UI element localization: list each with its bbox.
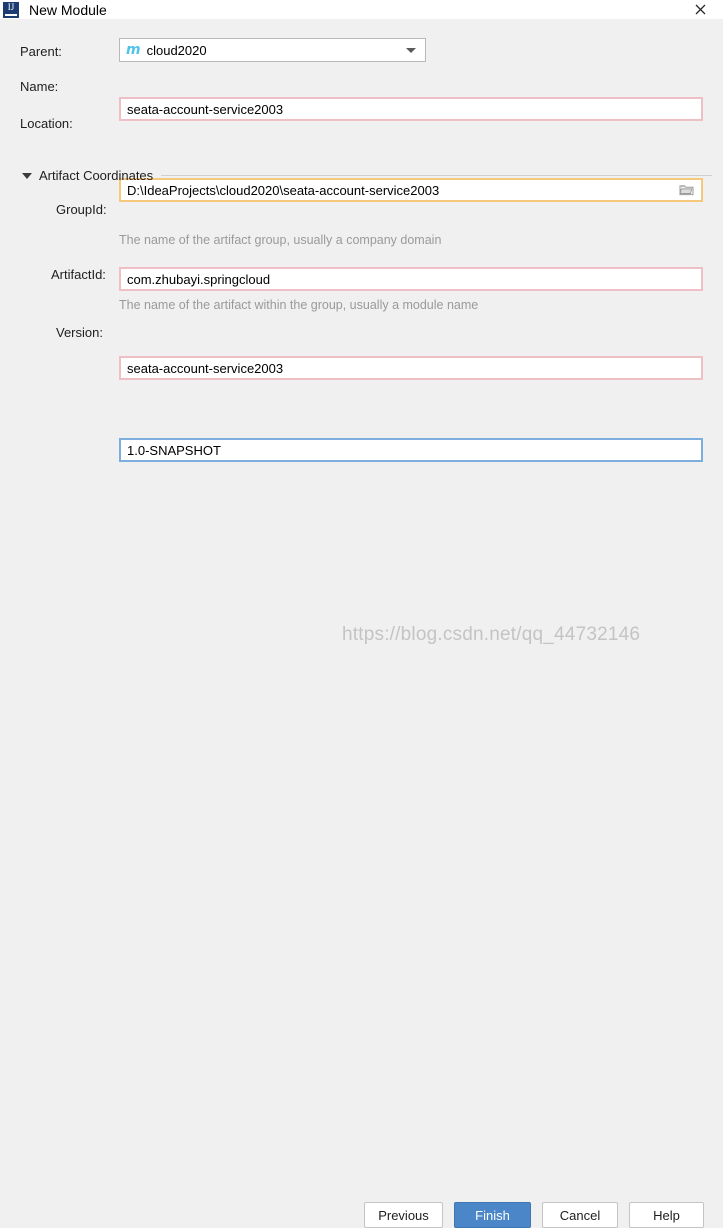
section-divider	[161, 175, 712, 176]
version-input[interactable]: 1.0-SNAPSHOT	[119, 438, 703, 462]
close-icon	[695, 4, 705, 15]
chevron-down-icon[interactable]	[406, 48, 416, 53]
dialog-body: Parent: m cloud2020 Name: seata-account-…	[0, 19, 723, 1228]
previous-button[interactable]: Previous	[364, 1202, 443, 1228]
artifactid-label-wrap: ArtifactId:	[51, 267, 106, 282]
app-icon-text: IJ	[7, 2, 15, 12]
name-value: seata-account-service2003	[127, 101, 284, 117]
dialog-button-bar: Previous Finish Cancel Help	[0, 604, 723, 1228]
artifactid-value: seata-account-service2003	[127, 360, 284, 376]
triangle-down-icon[interactable]	[22, 172, 32, 179]
cancel-button[interactable]: Cancel	[542, 1202, 618, 1228]
folder-icon[interactable]	[679, 183, 694, 196]
location-value: D:\IdeaProjects\cloud2020\seata-account-…	[127, 182, 440, 198]
app-icon-underline	[5, 14, 17, 16]
artifact-coordinates-section-header[interactable]: Artifact Coordinates	[22, 168, 712, 183]
intellij-idea-icon: IJ	[3, 2, 19, 18]
version-label: Version:	[56, 325, 103, 340]
location-label: Location:	[20, 116, 73, 131]
name-input[interactable]: seata-account-service2003	[119, 97, 703, 121]
groupid-label: GroupId:	[56, 202, 107, 217]
maven-module-icon: m	[126, 42, 141, 58]
close-button[interactable]	[677, 0, 723, 19]
finish-button[interactable]: Finish	[454, 1202, 531, 1228]
name-label: Name:	[20, 79, 59, 94]
location-label-wrap: Location:	[20, 116, 73, 131]
name-label-wrap: Name:	[20, 79, 58, 94]
artifactid-label: ArtifactId:	[51, 267, 106, 282]
window-title: New Module	[29, 1, 107, 18]
version-label-wrap: Version:	[56, 325, 103, 340]
parent-label-wrap: Parent:	[20, 44, 62, 59]
version-value: 1.0-SNAPSHOT	[127, 442, 221, 458]
help-button[interactable]: Help	[629, 1202, 704, 1228]
groupid-label-wrap: GroupId:	[56, 202, 107, 217]
groupid-value: com.zhubayi.springcloud	[127, 271, 271, 287]
parent-value: cloud2020	[146, 42, 207, 58]
parent-label: Parent:	[20, 44, 62, 59]
groupid-hint: The name of the artifact group, usually …	[119, 233, 442, 247]
artifactid-input[interactable]: seata-account-service2003	[119, 356, 703, 380]
window-titlebar: IJ New Module	[0, 0, 723, 19]
artifactid-hint: The name of the artifact within the grou…	[119, 298, 479, 312]
groupid-input[interactable]: com.zhubayi.springcloud	[119, 267, 703, 291]
artifact-coordinates-title: Artifact Coordinates	[39, 168, 154, 183]
parent-combobox[interactable]: m cloud2020	[119, 38, 426, 62]
